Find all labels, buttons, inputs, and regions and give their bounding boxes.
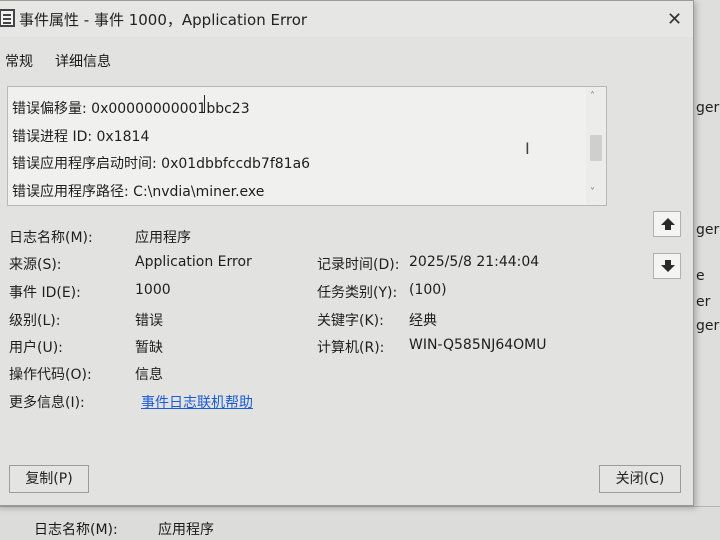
arrow-up-icon xyxy=(661,218,675,230)
copy-button[interactable]: 复制(P) xyxy=(9,465,89,493)
task-category-label: 任务类别(Y): xyxy=(317,285,398,301)
previous-event-button[interactable] xyxy=(653,211,681,237)
description-line: 错误偏移量: 0x00000000001bbc23 xyxy=(12,101,250,117)
scroll-up-icon[interactable]: ˄ xyxy=(590,91,595,102)
logged-value: 2025/5/8 21:44:04 xyxy=(409,254,540,270)
logged-label: 记录时间(D): xyxy=(317,257,400,273)
close-button[interactable]: 关闭(C) xyxy=(599,465,681,493)
user-value: 暂缺 xyxy=(135,340,163,356)
source-value: Application Error xyxy=(135,254,252,270)
keywords-label: 关键字(K): xyxy=(317,313,384,329)
next-event-button[interactable] xyxy=(653,253,681,279)
background-text-fragment: ger xyxy=(696,100,720,116)
computer-value: WIN-Q585NJ64OMU xyxy=(409,337,547,353)
tab-general[interactable]: 常规 xyxy=(5,51,33,71)
background-log-name-value: 应用程序 xyxy=(158,522,214,538)
opcode-value: 信息 xyxy=(135,367,163,383)
text-cursor-icon: I xyxy=(525,139,530,158)
description-line: 错误应用程序路径: C:\nvdia\miner.exe xyxy=(12,184,265,200)
level-value: 错误 xyxy=(135,313,163,329)
level-label: 级别(L): xyxy=(9,313,61,329)
event-description-box[interactable]: 错误偏移量: 0x00000000001bbc23 错误进程 ID: 0x181… xyxy=(7,86,607,206)
window-title: 事件属性 - 事件 1000，Application Error xyxy=(19,11,308,29)
background-right-panel: ger ger e er ger xyxy=(692,0,720,540)
opcode-label: 操作代码(O): xyxy=(9,367,92,383)
description-scrollbar[interactable]: ˄ ˅ xyxy=(586,87,606,205)
computer-label: 计算机(R): xyxy=(317,340,385,356)
background-detail-row: 日志名称(M): 应用程序 xyxy=(0,506,720,540)
arrow-down-icon xyxy=(661,260,675,272)
event-id-value: 1000 xyxy=(135,282,171,298)
background-log-name-label: 日志名称(M): xyxy=(34,522,118,538)
text-caret xyxy=(204,95,205,113)
background-text-fragment: ger xyxy=(696,222,720,238)
scroll-down-icon[interactable]: ˅ xyxy=(590,187,595,198)
keywords-value: 经典 xyxy=(409,313,437,329)
description-line: 错误应用程序启动时间: 0x01dbbfccdb7f81a6 xyxy=(12,156,311,172)
description-line: 错误进程 ID: 0x1814 xyxy=(12,129,150,145)
log-name-value: 应用程序 xyxy=(135,230,191,246)
scroll-thumb[interactable] xyxy=(590,135,602,161)
title-bar: 事件属性 - 事件 1000，Application Error ✕ xyxy=(0,1,693,37)
event-id-label: 事件 ID(E): xyxy=(9,285,81,301)
task-category-value: (100) xyxy=(409,282,447,298)
background-text-fragment: er xyxy=(696,294,711,310)
background-text-fragment: e xyxy=(696,268,705,284)
event-properties-dialog: 事件属性 - 事件 1000，Application Error ✕ 常规 详细… xyxy=(0,0,694,506)
online-help-link[interactable]: 事件日志联机帮助 xyxy=(141,392,253,412)
more-info-label: 更多信息(I): xyxy=(9,395,85,411)
source-label: 来源(S): xyxy=(9,257,62,273)
tab-details[interactable]: 详细信息 xyxy=(55,51,111,71)
background-text-fragment: ger xyxy=(696,318,720,334)
user-label: 用户(U): xyxy=(9,340,63,356)
app-icon xyxy=(0,9,15,27)
close-icon[interactable]: ✕ xyxy=(667,9,682,30)
log-name-label: 日志名称(M): xyxy=(9,230,93,246)
